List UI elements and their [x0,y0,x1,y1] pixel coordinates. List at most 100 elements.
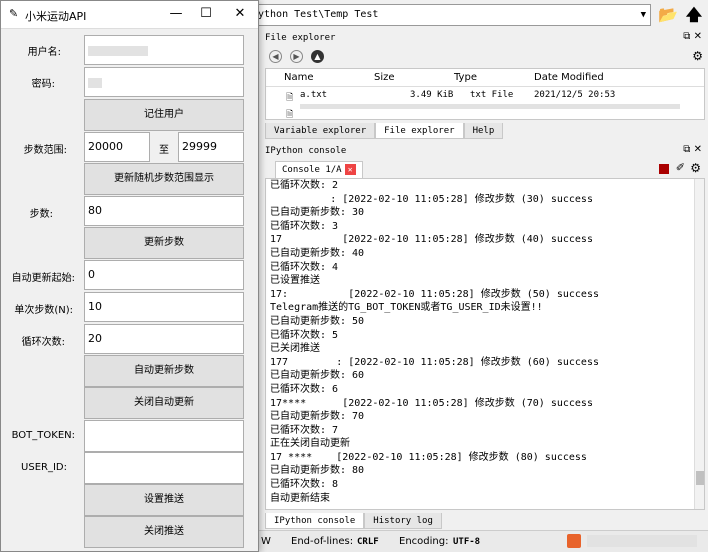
update-random-range-button[interactable]: 更新随机步数范围显示 [84,163,244,195]
loops-input[interactable]: 20 [84,324,244,354]
username-input[interactable] [84,35,244,65]
working-directory-path: ython Test\Temp Test [258,9,379,20]
close-push-button[interactable]: 关闭推送 [84,516,244,548]
username-label: 用户名: [27,47,61,58]
encoding-label: Encoding: [399,536,449,547]
console-line: 已循环次数: 2 [270,180,339,191]
column-type[interactable]: Type [454,72,477,83]
update-steps-button[interactable]: 更新步数 [84,227,244,259]
stop-icon[interactable] [659,164,669,174]
password-obscured [88,78,102,88]
close-icon[interactable]: ✕ [344,164,356,175]
file-type: txt File [470,90,514,100]
folder-open-icon[interactable]: 📂 [657,5,679,25]
tab-ipython-console[interactable]: IPython console [265,513,365,529]
tab-file-explorer[interactable]: File explorer [375,123,464,139]
console-line: 已循环次数: 8 [270,479,339,491]
back-icon[interactable]: ◀ [269,50,282,63]
console-line: 17**** [2022-02-10 11:05:28] 修改步数 (70) s… [270,397,593,409]
set-push-button[interactable]: 设置推送 [84,484,244,516]
file-row-obscured [300,104,680,109]
username-obscured [88,46,148,56]
csdn-logo-icon [567,534,581,548]
console-line: 已自动更新步数: 50 [270,315,365,327]
up-icon[interactable]: ▲ [311,50,324,63]
console-line: 已自动更新步数: 80 [270,465,365,477]
console-line: 177 : [2022-02-10 11:05:28] 修改步数 (60) su… [270,356,599,368]
file-row-partial[interactable]: 🗎 [266,104,704,120]
gear-icon[interactable]: ⚙ [690,161,701,175]
loops-label: 循环次数: [21,337,65,348]
console-line: 已自动更新步数: 30 [270,207,365,219]
eraser-icon[interactable]: ✐ [676,161,685,174]
tab-help[interactable]: Help [463,123,504,139]
maximize-button[interactable]: ☐ [195,4,217,24]
console-line: 已关闭推送 [270,343,320,355]
tab-history-log[interactable]: History log [364,513,442,529]
file-name: a.txt [300,90,328,100]
gear-icon[interactable]: ⚙ [692,49,703,63]
console-tab-bar: Console 1/A ✕ ✐ ⚙ [265,160,705,178]
auto-start-input[interactable]: 0 [84,260,244,290]
app-window: ✎ 小米运动API — ☐ ✕ 用户名: 密码: 记住用户 步数范围: 2000… [0,0,259,552]
per-step-input[interactable]: 10 [84,292,244,322]
console-line: 已循环次数: 4 [270,261,339,273]
column-size[interactable]: Size [374,72,395,83]
file-icon: 🗎 [286,110,294,120]
range-to-input[interactable]: 29999 [178,132,244,162]
console-line: Telegram推送的TG_BOT_TOKEN或者TG_USER_ID未设置!! [270,302,543,314]
user-id-input[interactable] [84,452,244,484]
tab-console-1[interactable]: Console 1/A ✕ [275,161,363,178]
console-line: 17 **** [2022-02-10 11:05:28] 修改步数 (80) … [270,451,587,463]
file-table-header: Name Size Type Date Modified [266,69,704,87]
scrollbar-thumb[interactable] [696,471,704,485]
bot-token-label: BOT_TOKEN: [11,430,75,441]
column-date[interactable]: Date Modified [534,72,604,83]
minimize-button[interactable]: — [165,4,187,24]
console-output[interactable]: 已循环次数: 2 : [2022-02-10 11:05:28] 修改步数 (3… [265,178,705,510]
file-size: 3.49 KiB [410,90,454,100]
tab-variable-explorer[interactable]: Variable explorer [265,123,376,139]
column-name[interactable]: Name [284,72,314,83]
window-title: 小米运动API [25,10,87,23]
step-range-label: 步数范围: [23,145,67,156]
close-button[interactable]: ✕ [229,4,251,24]
console-lines: 已循环次数: 2 : [2022-02-10 11:05:28] 修改步数 (3… [266,179,704,505]
console-line: 已自动更新步数: 60 [270,370,365,382]
user-id-label: USER_ID: [21,462,67,473]
arrow-up-icon[interactable]: 🡅 [683,5,705,25]
console-line: 已自动更新步数: 70 [270,411,365,423]
ide-window: ython Test\Temp Test ▼ 📂 🡅 File explorer… [250,0,708,552]
console-undock-icon[interactable]: ⧉ ✕ [683,144,702,155]
title-bar: ✎ 小米运动API — ☐ ✕ [1,1,258,29]
chevron-down-icon[interactable]: ▼ [641,5,646,25]
console-line: : [2022-02-10 11:05:28] 修改步数 (30) succes… [270,193,593,205]
console-line: 自动更新结束 [270,492,330,504]
feather-icon: ✎ [9,7,19,20]
range-to-label: 至 [159,145,169,156]
console-line: 已循环次数: 5 [270,329,339,341]
console-line: 已循环次数: 3 [270,220,339,232]
file-explorer-title: File explorer [265,33,336,43]
auto-update-steps-button[interactable]: 自动更新步数 [84,355,244,387]
steps-input[interactable]: 80 [84,196,244,226]
file-date: 2021/12/5 20:53 [534,90,616,100]
file-table: Name Size Type Date Modified 🗎 a.txt 3.4… [265,68,705,120]
console-line: 已自动更新步数: 40 [270,247,365,259]
undock-icon[interactable]: ⧉ ✕ [683,31,702,42]
remember-user-button[interactable]: 记住用户 [84,99,244,131]
working-directory-field[interactable]: ython Test\Temp Test ▼ [251,4,651,26]
encoding-value: UTF-8 [453,537,481,547]
forward-icon[interactable]: ▶ [290,50,303,63]
file-explorer-toolbar: ◀ ▶ ▲ ⚙ [265,47,705,67]
console-scrollbar[interactable] [694,179,704,509]
password-input[interactable] [84,67,244,97]
range-from-input[interactable]: 20000 [84,132,150,162]
eol-value: CRLF [357,537,379,547]
close-auto-update-button[interactable]: 关闭自动更新 [84,387,244,419]
file-row[interactable]: 🗎 a.txt 3.49 KiB txt File 2021/12/5 20:5… [266,87,704,104]
console-line: 17: [2022-02-10 11:05:28] 修改步数 (50) succ… [270,288,599,300]
bot-token-input[interactable] [84,420,244,452]
bottom-pane-tabs: IPython console History log [265,513,442,529]
password-label: 密码: [31,79,55,90]
